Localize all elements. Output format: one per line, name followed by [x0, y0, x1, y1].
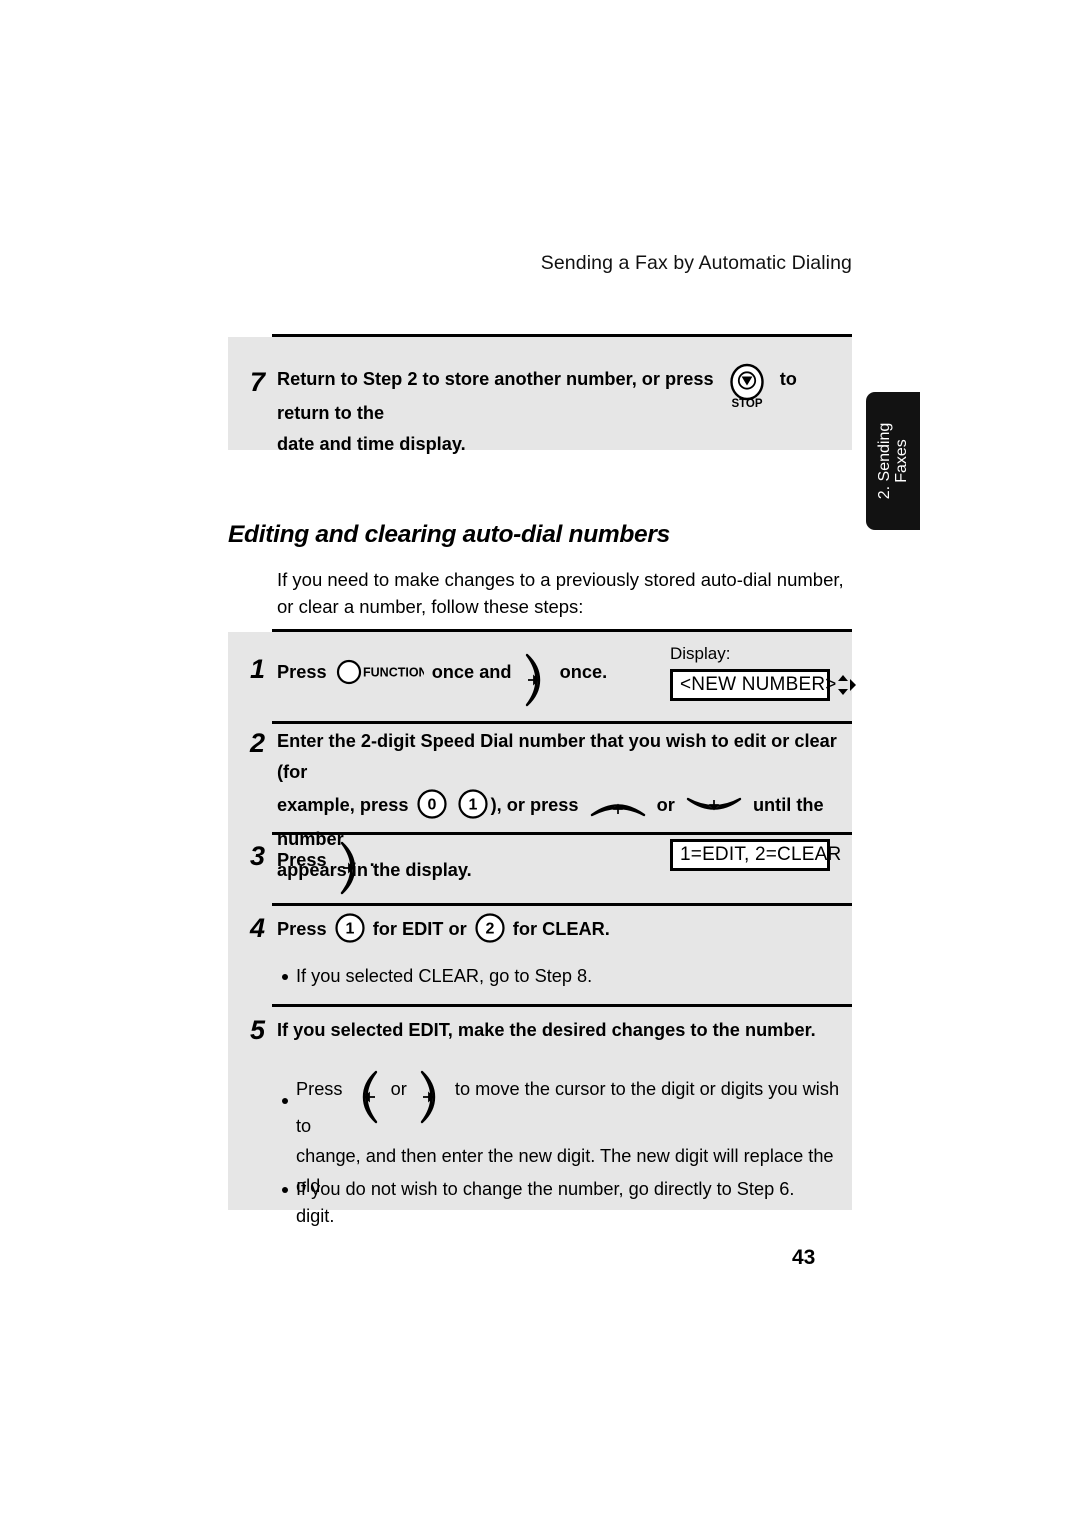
step-5-bullet-1-b: or [390, 1078, 407, 1099]
step-number-4: 4 [250, 913, 266, 943]
svg-text:FUNCTION: FUNCTION [363, 665, 424, 679]
right-arrow-key-icon [521, 652, 551, 708]
svg-text:1: 1 [345, 921, 354, 938]
digit-key-2-icon: 2 [474, 912, 506, 944]
step-7-line2: date and time display. [277, 434, 466, 454]
step-7-text-before-icon: Return to Step 2 to store another number… [277, 368, 714, 389]
section-thumb-tab: 2. Sending Faxes [866, 392, 920, 530]
stop-key-icon: STOP [724, 362, 770, 414]
step-5-bullet-1-a: Press [296, 1078, 343, 1099]
step-2-line2-b: ), or press [490, 794, 579, 815]
rule-above-step-3 [272, 832, 852, 835]
digit-key-1-icon: 1 [457, 788, 489, 820]
step-4-seg1: Press [277, 918, 327, 939]
page-number: 43 [792, 1246, 816, 1269]
svg-text:2: 2 [485, 921, 494, 938]
step-2-line1: Enter the 2-digit Speed Dial number that… [277, 731, 837, 782]
left-arrow-key-icon [352, 1069, 382, 1125]
function-key-icon: FUNCTION [336, 659, 424, 685]
svg-text:1: 1 [468, 797, 477, 814]
bullet-dot [282, 1187, 288, 1193]
step-text-1: Press FUNCTION once and once. [277, 652, 677, 707]
intro-line2: a number, follow these steps: [343, 596, 584, 617]
display-label-1: Display: [670, 644, 731, 663]
step-4-bullet-1: If you selected CLEAR, go to Step 8. [296, 966, 593, 986]
step-4-seg3: for CLEAR. [512, 918, 610, 939]
step-text-4: Press 1 for EDIT or 2 for CLEAR. [277, 912, 837, 948]
step-panel-7: 7 Return to Step 2 to store another numb… [228, 337, 852, 454]
step-5-bullet-1-line3: digit. [296, 1206, 335, 1226]
section-thumb-tab-line2: Faxes [893, 439, 910, 483]
step-number-1: 1 [250, 654, 266, 684]
step-number-2: 2 [250, 728, 266, 758]
step-1-seg2: once and [431, 661, 512, 682]
lcd-display-2-text: 1=EDIT, 2=CLEAR [680, 844, 842, 865]
digit-key-0-icon: 0 [416, 788, 448, 820]
step-1-seg3: once. [559, 661, 608, 682]
lcd-updown-arrows-icon [837, 674, 857, 696]
bullet-dot [282, 974, 288, 980]
lcd-display-1: <NEW NUMBER> [670, 669, 856, 701]
step-2-line2-c: or [656, 794, 675, 815]
step-text-3: Press . [277, 840, 657, 895]
right-arrow-key-icon [416, 1069, 446, 1125]
digit-key-1-icon: 1 [334, 912, 366, 944]
step-number-7: 7 [250, 367, 266, 397]
step-text-5: If you selected EDIT, make the desired c… [277, 1020, 816, 1040]
up-arrow-key-icon [589, 792, 647, 822]
step-5-bullet-1: Press or to move the cursor to the digit… [296, 1069, 856, 1231]
step-3-seg1: Press [277, 849, 327, 870]
svg-text:0: 0 [427, 797, 436, 814]
lcd-display-2: 1=EDIT, 2=CLEAR [670, 839, 841, 871]
down-arrow-key-icon [685, 792, 743, 822]
rule-above-step-5 [272, 1004, 852, 1007]
intro-paragraph: If you need to make changes to a previou… [277, 566, 857, 620]
step-1-seg1: Press [277, 661, 327, 682]
svg-text:STOP: STOP [731, 398, 762, 410]
running-header: Sending a Fax by Automatic Dialing [540, 252, 852, 274]
manual-page: Sending a Fax by Automatic Dialing 2. Se… [0, 0, 1080, 1528]
step-number-3: 3 [250, 841, 266, 871]
section-thumb-tab-line1: 2. Sending [876, 422, 893, 500]
lcd-display-1-text: <NEW NUMBER> [680, 674, 837, 695]
step-5-bullet-2: If you do not wish to change the number,… [296, 1179, 795, 1199]
step-number-5: 5 [250, 1015, 266, 1045]
rule-above-step-4 [272, 903, 852, 906]
page-title: Editing and clearing auto-dial numbers [228, 521, 670, 548]
step-2-line2-a: example, press [277, 794, 409, 815]
right-arrow-key-icon [336, 840, 366, 896]
step-text-7: Return to Step 2 to store another number… [277, 362, 837, 460]
step-3-seg2: . [369, 849, 375, 870]
step-4-seg2: for EDIT or [372, 918, 467, 939]
rule-above-step-2 [272, 721, 852, 724]
bullet-dot [282, 1098, 288, 1104]
steps-panel: 1 Press FUNCTION once and once. Display:… [228, 632, 856, 1226]
